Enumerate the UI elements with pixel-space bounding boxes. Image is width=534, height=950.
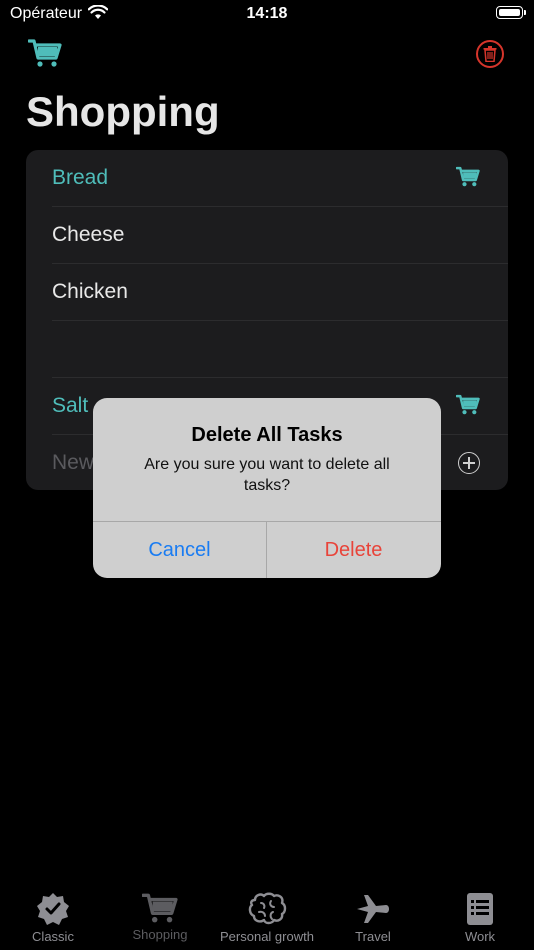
tab-personal-growth[interactable]: Personal growth bbox=[214, 882, 320, 950]
status-bar: Opérateur 14:18 bbox=[0, 0, 534, 30]
alert-title: Delete All Tasks bbox=[191, 424, 343, 446]
notepad-icon bbox=[467, 893, 493, 925]
item-label: Salt bbox=[52, 394, 89, 417]
item-label: Chicken bbox=[52, 280, 128, 303]
tab-label: Travel bbox=[355, 929, 391, 944]
item-label: Cheese bbox=[52, 223, 125, 246]
delete-alert: Delete All Tasks Are you sure you want t… bbox=[93, 398, 441, 578]
cancel-button[interactable]: Cancel bbox=[93, 522, 266, 578]
list-item[interactable] bbox=[26, 321, 508, 378]
brain-icon bbox=[248, 892, 287, 925]
airplane-icon bbox=[357, 895, 389, 923]
tab-shopping[interactable]: Shopping bbox=[107, 882, 213, 950]
add-item-button[interactable] bbox=[458, 452, 480, 474]
tab-bar: Classic Shopping Personal growth Travel … bbox=[0, 882, 534, 950]
page-title: Shopping bbox=[26, 88, 220, 135]
clock: 14:18 bbox=[246, 5, 288, 22]
tab-label: Work bbox=[464, 929, 496, 944]
cart-icon[interactable] bbox=[455, 394, 480, 420]
cart-icon[interactable] bbox=[455, 166, 480, 192]
tab-travel[interactable]: Travel bbox=[320, 882, 426, 950]
cart-icon[interactable] bbox=[27, 38, 62, 72]
tab-label: Shopping bbox=[132, 927, 188, 942]
tab-label: Personal growth bbox=[220, 929, 314, 944]
cart-icon bbox=[142, 893, 178, 923]
new-item-input[interactable]: New bbox=[52, 451, 94, 475]
list-item[interactable]: Cheese bbox=[26, 207, 508, 264]
tab-work[interactable]: Work bbox=[427, 882, 533, 950]
delete-all-button[interactable] bbox=[476, 40, 504, 68]
tab-label: Classic bbox=[32, 929, 74, 944]
list-item[interactable]: Chicken bbox=[26, 264, 508, 321]
tab-classic[interactable]: Classic bbox=[0, 882, 106, 950]
battery-icon bbox=[496, 6, 526, 19]
trash-icon bbox=[483, 46, 497, 62]
alert-message: Are you sure you want to delete all task… bbox=[144, 456, 390, 494]
item-label: Bread bbox=[52, 166, 109, 189]
list-item[interactable]: Bread bbox=[26, 150, 508, 207]
check-badge-icon bbox=[37, 893, 69, 925]
confirm-delete-button[interactable]: Delete bbox=[267, 522, 440, 578]
